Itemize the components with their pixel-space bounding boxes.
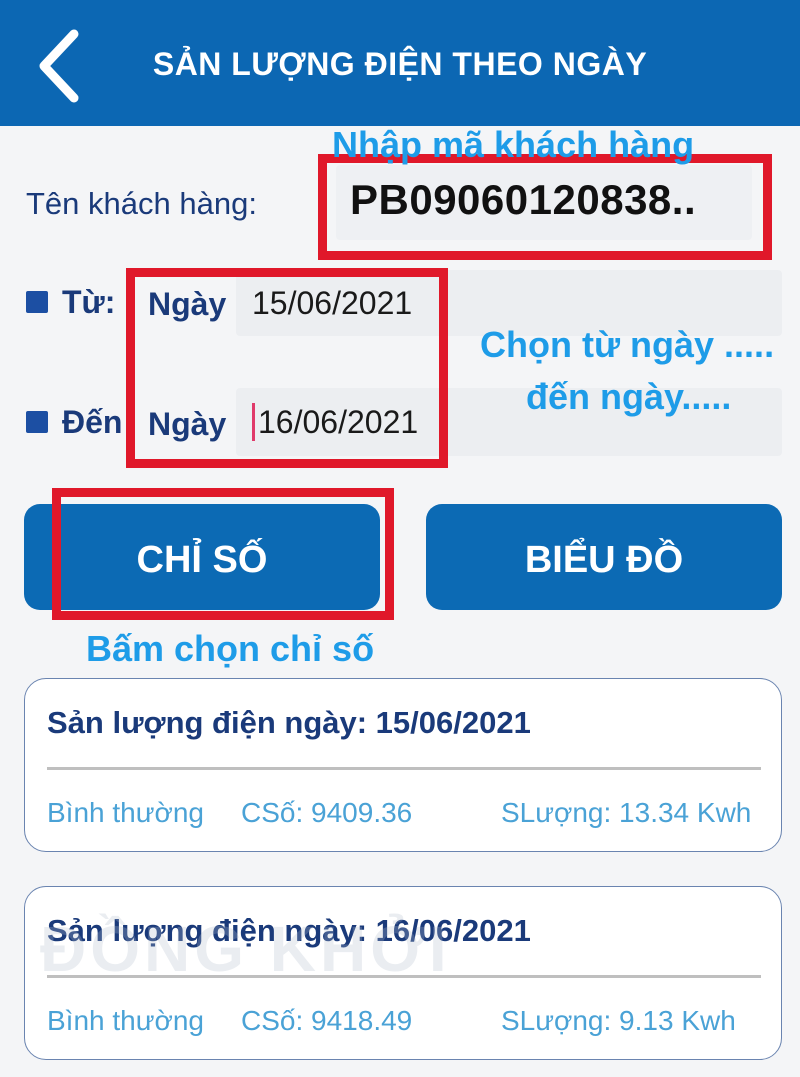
watermark: ĐỒNG KHỞI [40, 913, 451, 985]
annotation-choose-dates-2: đến ngày..... [526, 376, 732, 417]
annotation-press-chiso: Bấm chọn chỉ số [86, 628, 375, 669]
usage-card: Sản lượng điện ngày: 15/06/2021 Bình thư… [24, 678, 782, 852]
usage-card-title: Sản lượng điện ngày: 15/06/2021 [47, 705, 531, 740]
bieu-do-label: BIỂU ĐỒ [524, 539, 684, 581]
card-divider [47, 767, 761, 770]
to-bullet-icon [26, 411, 48, 433]
from-label: Từ: [62, 284, 116, 320]
meter-reading: CSố: 9409.36 [241, 797, 413, 828]
usage-type: Bình thường [47, 1005, 204, 1036]
annotation-box-customer [318, 154, 772, 260]
from-bullet-icon [26, 291, 48, 313]
annotation-box-chiso [52, 488, 394, 620]
annotation-box-dates [126, 268, 448, 468]
annotation-enter-code: Nhập mã khách hàng [332, 124, 695, 165]
customer-label: Tên khách hàng: [26, 186, 257, 221]
usage-amount: SLượng: 9.13 Kwh [501, 1005, 736, 1036]
meter-reading: CSố: 9418.49 [241, 1005, 413, 1036]
app-header: SẢN LƯỢNG ĐIỆN THEO NGÀY [0, 0, 800, 126]
usage-type: Bình thường [47, 797, 204, 828]
annotation-choose-dates-1: Chọn từ ngày ..... [480, 324, 775, 365]
to-label: Đến [62, 404, 123, 440]
usage-amount: SLượng: 13.34 Kwh [501, 797, 752, 828]
bieu-do-button[interactable]: BIỂU ĐỒ [426, 504, 782, 610]
page-title: SẢN LƯỢNG ĐIỆN THEO NGÀY [152, 46, 648, 82]
